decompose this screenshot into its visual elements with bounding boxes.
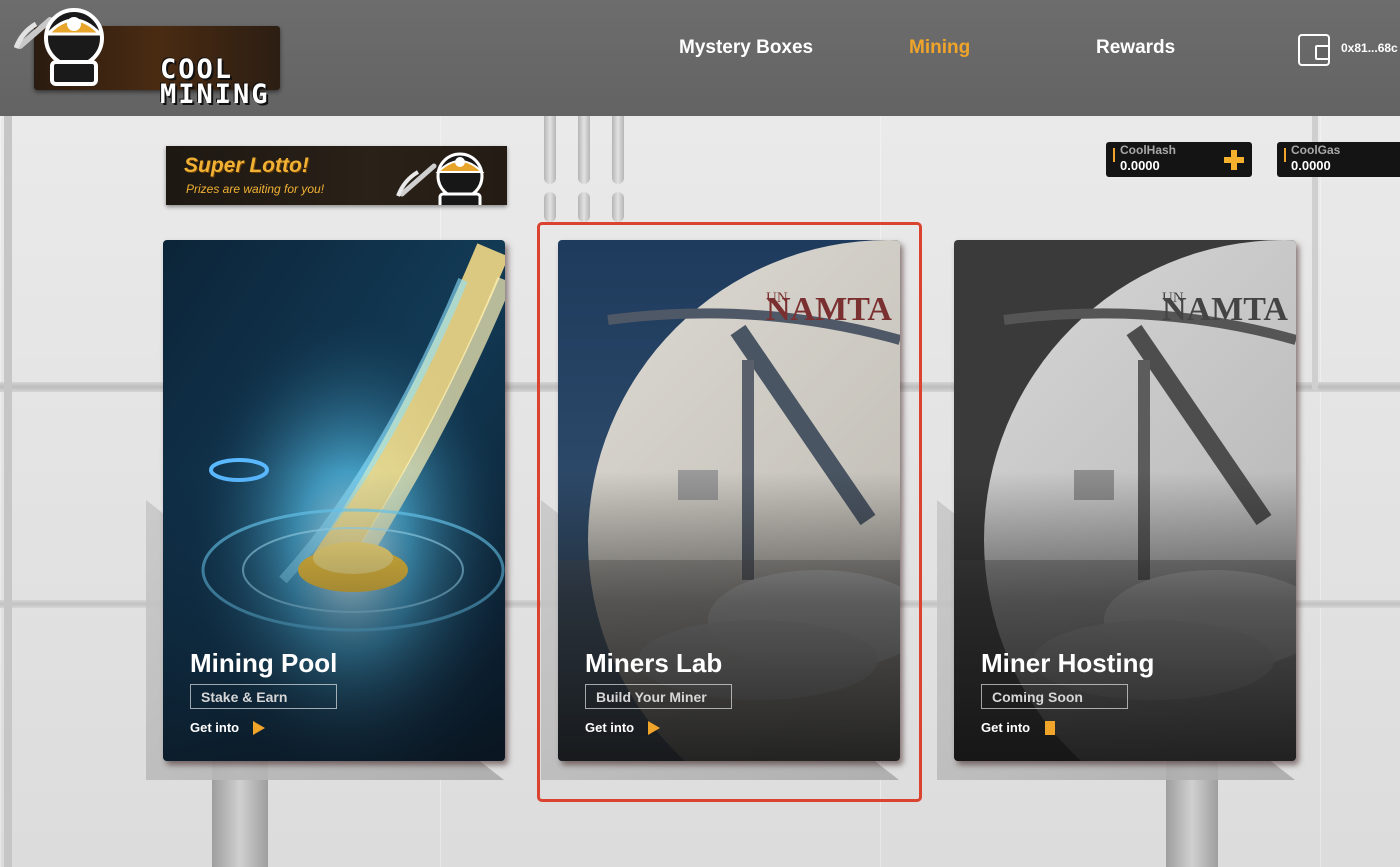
balance-label: CoolGas [1291,143,1341,157]
stop-icon[interactable] [1045,721,1055,735]
coolhash-balance: CoolHash 0.0000 [1106,142,1252,177]
play-icon[interactable] [253,721,265,735]
balance-label: CoolHash [1120,143,1177,157]
card-tag: Coming Soon [981,684,1128,709]
card-title: Mining Pool [190,648,338,678]
coolgas-balance: CoolGas 0.0000 [1277,142,1400,177]
wallet-address[interactable]: 0x81...68c [1341,41,1398,55]
panel-seam [4,110,12,867]
card-tag: Stake & Earn [190,684,337,709]
wallet-icon[interactable] [1298,34,1330,66]
decor-rail [578,192,590,222]
balance-value: 0.0000 [1120,158,1160,173]
decor-rail [612,192,624,222]
miner-mascot-icon [14,8,104,86]
nav-mining[interactable]: Mining [909,37,970,63]
miner-hosting-card[interactable]: UN NAMTA Miner Hosting Coming Soon Get i… [954,240,1296,761]
mining-pool-card[interactable]: Mining Pool Stake & Earn Get into [163,240,505,761]
decor-rail [544,192,556,222]
lotto-title: Super Lotto! [184,154,309,177]
station-text-large: NAMTA [1162,291,1288,328]
balance-value: 0.0000 [1291,158,1331,173]
nav-mystery-boxes[interactable]: Mystery Boxes [679,37,813,63]
logo-text: COOL MINING [160,54,270,110]
get-into-link[interactable]: Get into [981,720,1030,738]
plus-icon[interactable] [1224,150,1244,170]
selection-highlight [537,222,922,802]
nav-rewards[interactable]: Rewards [1096,37,1175,63]
super-lotto-banner[interactable]: Super Lotto! Prizes are waiting for you! [166,146,507,205]
get-into-link[interactable]: Get into [190,720,239,738]
card-title: Miner Hosting [981,648,1155,678]
miner-mascot-icon [396,152,485,205]
lotto-subtitle: Prizes are waiting for you! [186,182,325,196]
top-navigation-bar: COOL MINING Mystery Boxes Mining Rewards… [0,0,1400,116]
